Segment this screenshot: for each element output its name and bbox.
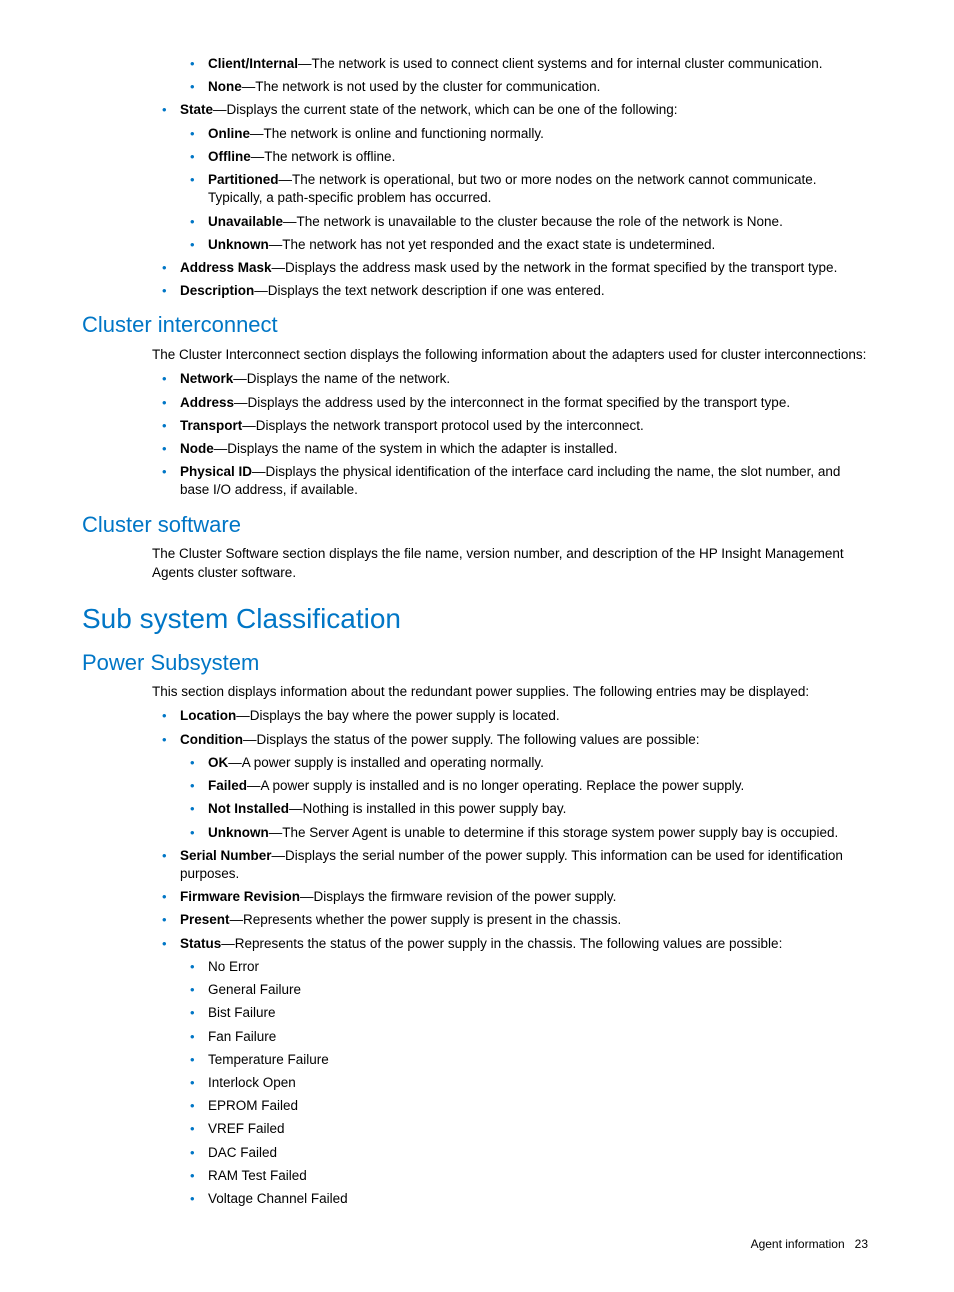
list-item: Serial Number—Displays the serial number… [180, 847, 872, 883]
list-item: RAM Test Failed [208, 1167, 872, 1185]
heading-cluster-software: Cluster software [82, 510, 872, 540]
list-item-address-mask: Address Mask—Displays the address mask u… [180, 259, 872, 277]
footer-label: Agent information [751, 1237, 845, 1251]
list-item: Client/Internal—The network is used to c… [208, 55, 872, 73]
list-item: General Failure [208, 981, 872, 999]
cluster-software-intro: The Cluster Software section displays th… [152, 545, 872, 581]
list-item: Present—Represents whether the power sup… [180, 911, 872, 929]
list-item: DAC Failed [208, 1144, 872, 1162]
list-item: Address—Displays the address used by the… [180, 394, 872, 412]
status-values-list: No Error General Failure Bist Failure Fa… [180, 958, 872, 1208]
heading-power-subsystem: Power Subsystem [82, 648, 872, 678]
list-item-description: Description—Displays the text network de… [180, 282, 872, 300]
list-item: Firmware Revision—Displays the firmware … [180, 888, 872, 906]
list-item: None—The network is not used by the clus… [208, 78, 872, 96]
state-values-list: Online—The network is online and functio… [180, 125, 872, 254]
page-number: 23 [855, 1237, 868, 1251]
list-item: OK—A power supply is installed and opera… [208, 754, 872, 772]
network-role-continuation: Client/Internal—The network is used to c… [180, 55, 872, 96]
power-subsystem-list: Location—Displays the bay where the powe… [152, 707, 872, 1208]
list-item: Transport—Displays the network transport… [180, 417, 872, 435]
list-item: Node—Displays the name of the system in … [180, 440, 872, 458]
list-item: Not Installed—Nothing is installed in th… [208, 800, 872, 818]
list-item: Network—Displays the name of the network… [180, 370, 872, 388]
list-item: Temperature Failure [208, 1051, 872, 1069]
list-item: Unknown—The network has not yet responde… [208, 236, 872, 254]
list-item-condition: Condition—Displays the status of the pow… [180, 731, 872, 842]
list-item: EPROM Failed [208, 1097, 872, 1115]
list-item: Location—Displays the bay where the powe… [180, 707, 872, 725]
list-item-status: Status—Represents the status of the powe… [180, 935, 872, 1209]
list-item: Partitioned—The network is operational, … [208, 171, 872, 207]
page-footer: Agent information 23 [82, 1236, 872, 1252]
list-item: Bist Failure [208, 1004, 872, 1022]
list-item: No Error [208, 958, 872, 976]
list-item: Voltage Channel Failed [208, 1190, 872, 1208]
list-item: VREF Failed [208, 1120, 872, 1138]
list-item: Unavailable—The network is unavailable t… [208, 213, 872, 231]
cluster-interconnect-list: Network—Displays the name of the network… [152, 370, 872, 499]
list-item: Fan Failure [208, 1028, 872, 1046]
list-item: Physical ID—Displays the physical identi… [180, 463, 872, 499]
list-item: Unknown—The Server Agent is unable to de… [208, 824, 872, 842]
cluster-interconnect-intro: The Cluster Interconnect section display… [152, 346, 872, 364]
list-item: Failed—A power supply is installed and i… [208, 777, 872, 795]
list-item-state: State—Displays the current state of the … [180, 101, 872, 254]
condition-values-list: OK—A power supply is installed and opera… [180, 754, 872, 842]
power-subsystem-intro: This section displays information about … [152, 683, 872, 701]
list-item: Online—The network is online and functio… [208, 125, 872, 143]
network-properties-list: State—Displays the current state of the … [152, 101, 872, 300]
list-item: Interlock Open [208, 1074, 872, 1092]
heading-cluster-interconnect: Cluster interconnect [82, 310, 872, 340]
heading-subsystem-classification: Sub system Classification [82, 600, 872, 638]
list-item: Offline—The network is offline. [208, 148, 872, 166]
